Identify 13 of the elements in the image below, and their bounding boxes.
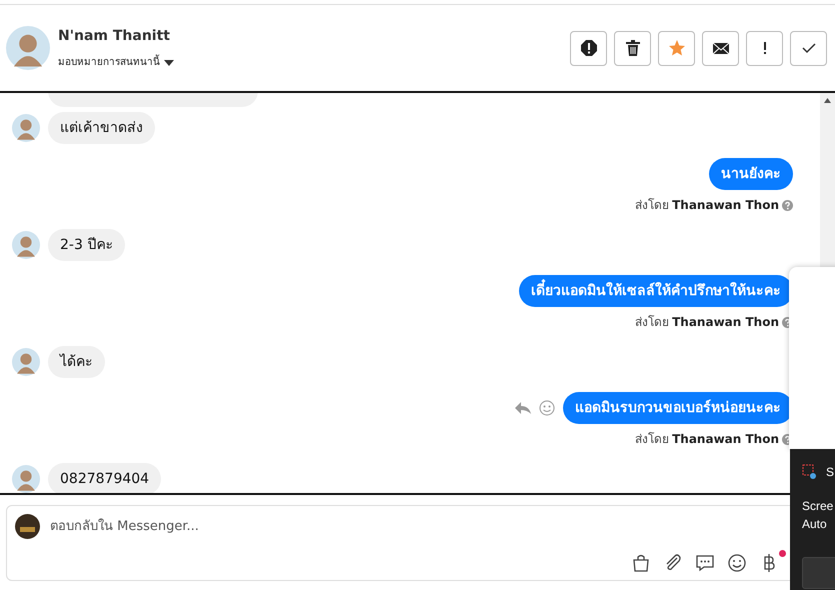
sent-by-label: ส่งโดย [635,431,670,448]
message-bubble: นานยังคะ [709,158,793,190]
message-bubble: 0827879404 [48,463,162,493]
sent-by-label: ส่งโดย [635,314,670,331]
sent-by-label: ส่งโดย [635,197,670,214]
sender-name: Thanawan Thon [672,431,779,448]
sender-name: Thanawan Thon [672,197,779,214]
message-bubble: แต่เค้าขาดส่ง [48,112,155,144]
message-bubble: 2-3 ปีคะ [48,229,126,261]
contact-name: N'nam Thanitt [58,27,171,46]
notification-title: S [826,464,834,481]
sender-name: Thanawan Thon [672,314,779,331]
message-bubble: ได้คะ [48,346,105,378]
